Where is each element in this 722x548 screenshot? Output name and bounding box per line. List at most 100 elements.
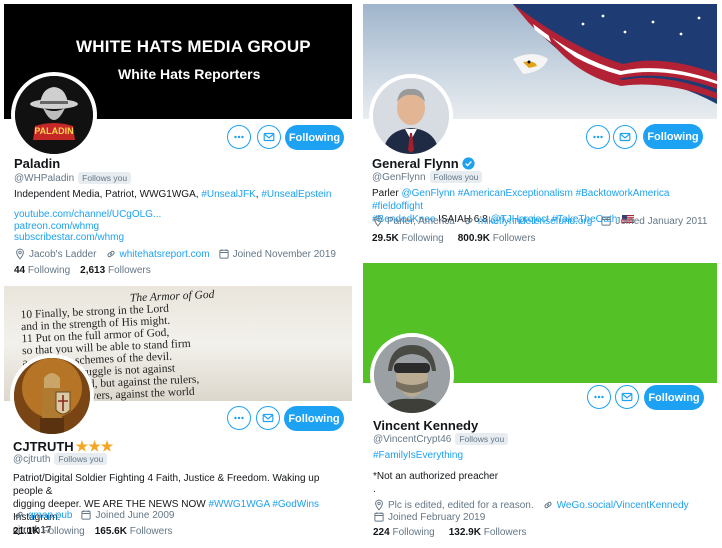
more-button[interactable] — [227, 125, 251, 149]
envelope-icon — [261, 411, 275, 425]
following-count: 21.1K — [13, 526, 40, 537]
more-icon — [592, 390, 606, 404]
profile-handle: @GenFlynn — [372, 171, 426, 183]
more-icon — [232, 411, 246, 425]
followers-stat[interactable]: 800.9K Followers — [458, 233, 536, 244]
profile-handle: @cjtruth — [13, 453, 51, 465]
hashtag-link[interactable]: #UnsealEpstein — [261, 189, 331, 200]
bio-dot: . — [373, 484, 376, 495]
avatar[interactable] — [369, 74, 453, 158]
handle-row: @GenFlynn Follows you — [372, 171, 483, 183]
profile-handle: @VincentCrypt46 — [373, 433, 452, 445]
follows-you-badge: Follows you — [78, 172, 132, 184]
knight-image-icon — [14, 358, 90, 434]
banner-title: WHITE HATS MEDIA GROUP — [76, 37, 311, 56]
website-link[interactable]: qmap.pub — [28, 510, 72, 521]
followers-count: 800.9K — [457, 233, 490, 244]
profile-bio: Independent Media, Patriot, WWG1WGA, #Un… — [14, 188, 344, 201]
profile-name: CJTRUTH — [13, 439, 74, 454]
location-text: Plc is edited, edited for a reason. — [388, 499, 534, 511]
calendar-icon — [218, 248, 230, 260]
following-label: Following — [42, 526, 85, 537]
joined-text: Joined January 2011 — [615, 215, 708, 227]
profile-name: Vincent Kennedy — [373, 418, 479, 433]
following-stat[interactable]: 29.5K Following — [372, 233, 444, 244]
following-label: Following — [392, 527, 435, 538]
website-link[interactable]: whitehatsreport.com — [120, 249, 210, 260]
more-button[interactable] — [587, 385, 611, 409]
profile-bio: *Not an authorized preacher . — [373, 470, 498, 496]
profile-meta-joined: Joined February 2019 — [373, 511, 493, 523]
following-stat[interactable]: 21.1K Following — [13, 526, 85, 537]
message-button[interactable] — [615, 385, 639, 409]
profile-name-row: General Flynn — [372, 156, 475, 171]
followers-stat[interactable]: 2,613 Followers — [80, 265, 151, 276]
follows-you-badge: Follows you — [429, 171, 483, 183]
joined-date: Joined November 2019 — [218, 248, 336, 260]
following-button[interactable]: Following — [644, 385, 704, 410]
followers-count: 132.9K — [448, 527, 481, 538]
follow-stats: 44 Following 2,613 Followers — [14, 265, 151, 276]
following-count: 224 — [373, 527, 390, 538]
message-button[interactable] — [613, 125, 637, 149]
hashtag-link[interactable]: #UnsealJFK — [201, 189, 255, 200]
followers-label: Followers — [107, 265, 151, 276]
subscribestar-link[interactable]: subscribestar.com/whmg — [14, 232, 161, 244]
website: mikeflynndefensefund.org — [463, 215, 593, 227]
hashtag-link[interactable]: #FamilyIsEverything — [373, 449, 463, 462]
location-pin-icon — [373, 499, 385, 511]
avatar[interactable]: PALADIN — [11, 72, 97, 158]
profile-meta: qmap.pub Joined June 2009 — [13, 509, 182, 521]
follows-you-badge: Follows you — [455, 433, 509, 445]
more-button[interactable] — [586, 125, 610, 149]
location: Jacob's Ladder — [14, 248, 97, 260]
more-icon — [591, 130, 605, 144]
handle-row: @WHPaladin Follows you — [14, 172, 132, 184]
location-text: Jacob's Ladder — [29, 248, 97, 260]
more-button[interactable] — [227, 406, 251, 430]
soldier-photo-icon — [374, 337, 450, 413]
profile-meta: Plc is edited, edited for a reason. WeGo… — [373, 499, 697, 511]
bio-text: Patriot/Digital Soldier Fighting 4 Faith… — [13, 473, 320, 497]
following-stat[interactable]: 44 Following — [14, 265, 70, 276]
following-stat[interactable]: 224 Following — [373, 527, 435, 538]
avatar-label: PALADIN — [34, 126, 74, 136]
followers-stat[interactable]: 132.9K Followers — [449, 527, 527, 538]
profile-meta: Parler, America mikeflynndefensefund.org… — [372, 215, 715, 227]
envelope-icon — [620, 390, 634, 404]
youtube-link[interactable]: youtube.com/channel/UCgOLG... — [14, 209, 161, 221]
message-button[interactable] — [256, 406, 280, 430]
profile-name: Paladin — [14, 156, 61, 171]
bio-links-line1[interactable]: @GenFlynn #AmericanExceptionalism #Backt… — [372, 188, 670, 212]
message-button[interactable] — [257, 125, 281, 149]
handle-row: @cjtruth Follows you — [13, 453, 108, 465]
website: WeGo.social/VincentKennedy — [542, 499, 689, 511]
website-link[interactable]: WeGo.social/VincentKennedy — [557, 500, 689, 511]
avatar[interactable] — [370, 333, 454, 417]
profile-card-cjtruth: The Armor of God 10 Finally, be strong i… — [4, 286, 352, 544]
bio-links: youtube.com/channel/UCgOLG... patreon.co… — [14, 209, 161, 244]
avatar[interactable] — [10, 354, 94, 438]
following-button[interactable]: Following — [643, 124, 703, 149]
hashtag-links[interactable]: #WWG1WGA #GodWins — [208, 499, 319, 510]
following-button[interactable]: Following — [284, 406, 344, 431]
profile-name: General Flynn — [372, 156, 459, 171]
followers-count: 165.6K — [94, 526, 127, 537]
profile-card-flynn: Following General Flynn @GenFlynn Follow… — [363, 4, 717, 250]
profile-card-paladin: WHITE HATS MEDIA GROUP White Hats Report… — [4, 4, 352, 282]
calendar-icon — [373, 511, 385, 523]
location-pin-icon — [14, 248, 26, 260]
envelope-icon — [262, 130, 276, 144]
bio-text: Independent Media, Patriot, WWG1WGA, — [14, 189, 202, 200]
calendar-icon — [80, 509, 92, 521]
patreon-link[interactable]: patreon.com/whmg — [14, 221, 161, 233]
followers-label: Followers — [492, 233, 536, 244]
location-text: Parler, America — [387, 215, 455, 227]
following-button[interactable]: Following — [285, 125, 344, 150]
website-link[interactable]: mikeflynndefensefund.org — [478, 216, 593, 227]
following-count: 29.5K — [372, 233, 399, 244]
followers-stat[interactable]: 165.6K Followers — [95, 526, 173, 537]
joined-text: Joined June 2009 — [95, 509, 175, 521]
joined-date: Joined June 2009 — [80, 509, 174, 521]
location-pin-icon — [372, 215, 384, 227]
